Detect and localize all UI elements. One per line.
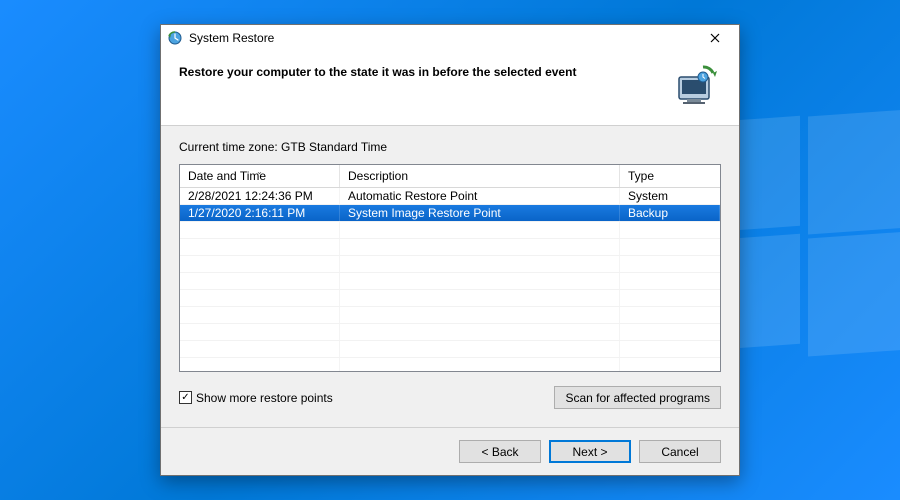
table-row	[180, 222, 720, 239]
table-row	[180, 256, 720, 273]
table-row[interactable]: 1/27/2020 2:16:11 PMSystem Image Restore…	[180, 205, 720, 222]
cell-type: System	[620, 188, 720, 204]
system-restore-icon	[167, 30, 183, 46]
wizard-footer: < Back Next > Cancel	[161, 427, 739, 475]
system-restore-dialog: System Restore Restore your computer to …	[160, 24, 740, 476]
table-row	[180, 324, 720, 341]
back-button[interactable]: < Back	[459, 440, 541, 463]
cell-type: Backup	[620, 205, 720, 221]
restore-points-list: ⌄ Date and Time Description Type 2/28/20…	[179, 164, 721, 372]
table-row	[180, 273, 720, 290]
restore-monitor-icon	[673, 63, 721, 111]
cell-date: 1/27/2020 2:16:11 PM	[180, 205, 340, 221]
cell-description: Automatic Restore Point	[340, 188, 620, 204]
table-row	[180, 290, 720, 307]
table-row	[180, 341, 720, 358]
headline: Restore your computer to the state it wa…	[179, 63, 661, 79]
close-button[interactable]	[695, 26, 735, 50]
column-header-date[interactable]: ⌄ Date and Time	[180, 165, 340, 187]
show-more-label: Show more restore points	[196, 391, 333, 405]
header-band: Restore your computer to the state it wa…	[161, 51, 739, 126]
table-row[interactable]: 2/28/2021 12:24:36 PMAutomatic Restore P…	[180, 188, 720, 205]
sort-caret-icon: ⌄	[256, 167, 263, 176]
column-header-description[interactable]: Description	[340, 165, 620, 187]
list-header: ⌄ Date and Time Description Type	[180, 165, 720, 188]
checkbox-icon: ✓	[179, 391, 192, 404]
next-button[interactable]: Next >	[549, 440, 631, 463]
cell-description: System Image Restore Point	[340, 205, 620, 221]
table-row	[180, 307, 720, 324]
window-title: System Restore	[189, 31, 695, 45]
timezone-label: Current time zone: GTB Standard Time	[179, 140, 721, 154]
table-row	[180, 239, 720, 256]
column-header-date-label: Date and Time	[188, 169, 266, 183]
show-more-checkbox[interactable]: ✓ Show more restore points	[179, 391, 333, 405]
titlebar: System Restore	[161, 25, 739, 51]
scan-affected-button[interactable]: Scan for affected programs	[554, 386, 721, 409]
cell-date: 2/28/2021 12:24:36 PM	[180, 188, 340, 204]
cancel-button[interactable]: Cancel	[639, 440, 721, 463]
column-header-type[interactable]: Type	[620, 165, 720, 187]
table-row	[180, 358, 720, 371]
